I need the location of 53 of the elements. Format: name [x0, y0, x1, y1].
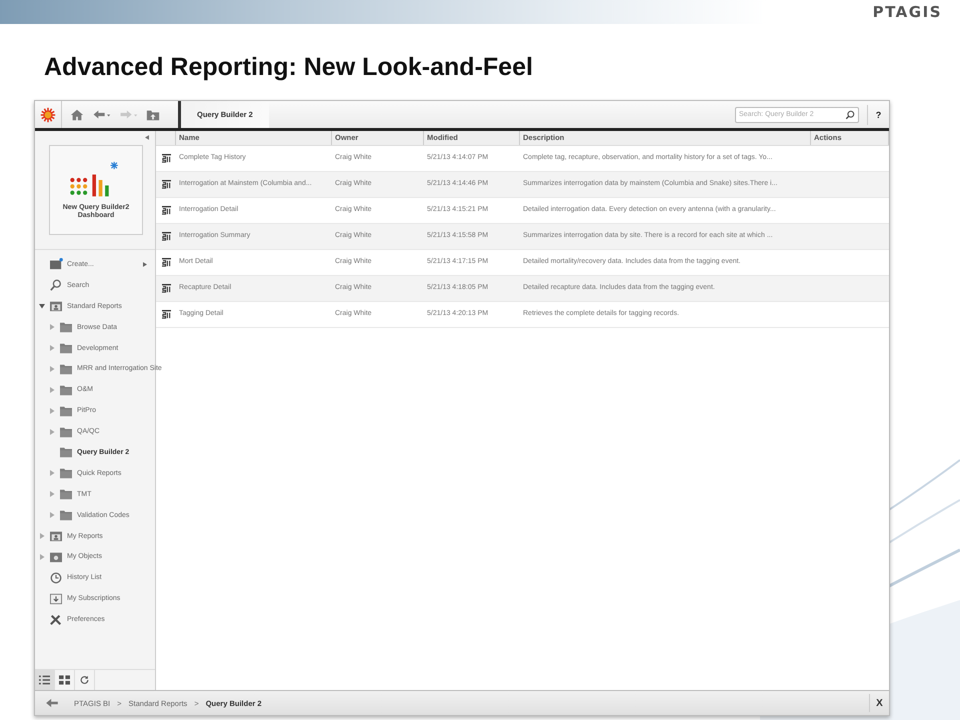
- folder-icon: [59, 321, 73, 334]
- clock-icon: [49, 572, 63, 584]
- collapsed-arrow-icon[interactable]: [49, 512, 55, 518]
- collapsed-arrow-icon[interactable]: [49, 408, 55, 414]
- folder-icon: [59, 467, 73, 480]
- folder-icon: [59, 446, 73, 458]
- report-icon: [162, 180, 171, 189]
- back-arrow-icon[interactable]: [92, 108, 111, 121]
- collapsed-arrow-icon[interactable]: [49, 345, 55, 351]
- collapsed-arrow-icon[interactable]: [49, 366, 55, 372]
- folder-up-icon[interactable]: [146, 108, 160, 122]
- report-icon: [162, 232, 171, 241]
- report-icon: [162, 284, 171, 293]
- folder-camera-icon: [49, 550, 63, 563]
- logo-text: PTAGIS: [872, 3, 942, 21]
- search-icon[interactable]: [845, 110, 855, 120]
- collapsed-arrow-icon[interactable]: [49, 491, 55, 498]
- folder-icon: [59, 384, 73, 396]
- slide-title: Advanced Reporting: New Look-and-Feel: [44, 52, 534, 83]
- collapsed-arrow-icon[interactable]: [39, 533, 45, 540]
- refresh-icon: [79, 675, 90, 685]
- sunburst-logo-icon[interactable]: [40, 106, 56, 122]
- folder-people-icon: [49, 300, 63, 312]
- folder-icon: [59, 488, 73, 500]
- list-icon: [39, 675, 50, 685]
- list-view-tab[interactable]: [35, 670, 55, 690]
- report-icon: [162, 154, 171, 163]
- new-document-icon: [49, 258, 63, 270]
- collapsed-arrow-icon[interactable]: [49, 386, 55, 393]
- inbox-icon: [49, 592, 63, 605]
- folder-icon: [59, 404, 73, 417]
- collapsed-arrow-icon[interactable]: [49, 428, 55, 435]
- report-icon: [162, 206, 171, 215]
- collapsed-arrow-icon[interactable]: [49, 470, 55, 476]
- report-icon: [162, 310, 171, 319]
- tools-icon: [49, 614, 63, 626]
- folder-icon: [59, 342, 73, 354]
- help-button[interactable]: ?: [867, 104, 889, 124]
- close-button[interactable]: X: [869, 694, 889, 712]
- collapse-arrow-icon[interactable]: [145, 134, 149, 140]
- folder-icon: [59, 426, 73, 438]
- submenu-arrow-icon: [143, 262, 147, 267]
- home-icon[interactable]: [70, 108, 84, 122]
- search-icon: [49, 279, 63, 292]
- expanded-arrow-icon[interactable]: [39, 303, 45, 310]
- collapsed-arrow-icon[interactable]: [39, 554, 45, 560]
- back-arrow-icon[interactable]: [45, 698, 59, 708]
- collapsed-arrow-icon[interactable]: [49, 324, 55, 330]
- grid-icon: [59, 675, 70, 685]
- report-icon: [162, 258, 171, 267]
- folder-people-icon: [49, 530, 63, 542]
- folder-icon: [59, 362, 73, 375]
- folder-icon: [59, 509, 73, 522]
